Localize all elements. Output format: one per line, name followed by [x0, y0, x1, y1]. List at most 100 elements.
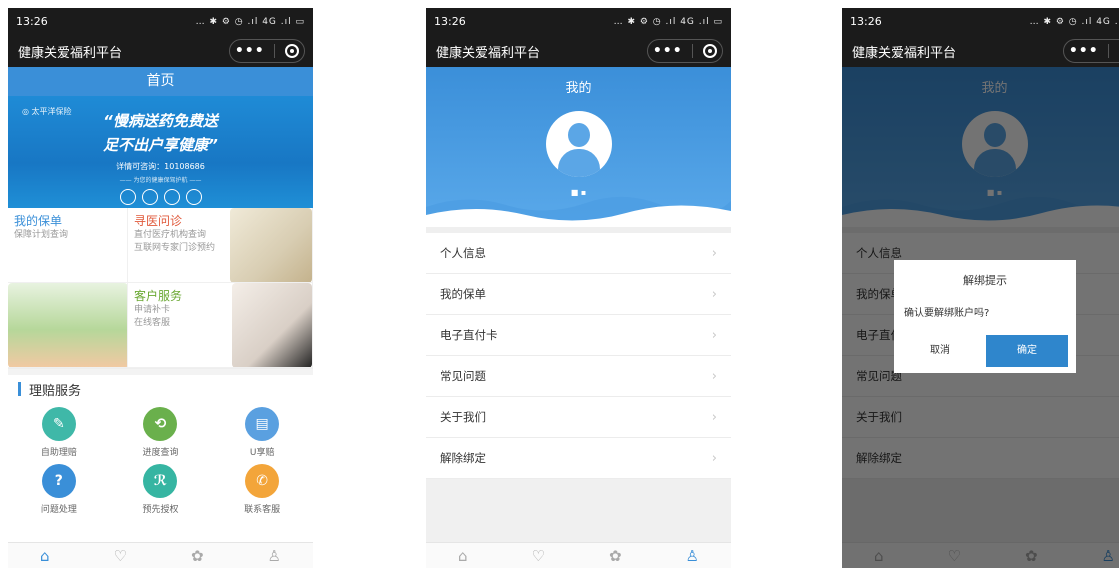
banner-line2: 足不出户享健康”: [103, 136, 218, 154]
cancel-button[interactable]: 取消: [902, 335, 978, 367]
plant-hands-photo: [8, 283, 127, 367]
profile-header: 我的 ■ ▪: [426, 67, 731, 227]
service-progress[interactable]: ⟲ 进度查询: [110, 407, 212, 458]
menu-label: 关于我们: [440, 410, 486, 424]
tile-customer-service[interactable]: 客户服务 申请补卡 在线客服: [128, 283, 313, 368]
service-questions[interactable]: ? 问题处理: [8, 464, 110, 515]
profile-tab-icon[interactable]: ♙: [268, 547, 281, 565]
menu-label: 电子直付卡: [440, 328, 498, 342]
banner-feature-chips: [8, 189, 313, 205]
tile-subtitle: 保障计划查询: [14, 230, 69, 240]
service-contact[interactable]: ✆ 联系客服: [211, 464, 313, 515]
chevron-right-icon: ›: [711, 245, 717, 261]
status-time: 13:26: [850, 15, 882, 28]
unbind-dialog-screen: 13:26 … ✱ ⚙ ◷ .ıl 4G .ıl ▭ 健康关爱福利平台 ••• …: [842, 8, 1119, 568]
chevron-right-icon: ›: [711, 409, 717, 425]
mini-program-capsule: •••: [1063, 39, 1119, 63]
close-target-icon[interactable]: [703, 44, 718, 58]
app-title: 健康关爱福利平台: [436, 45, 541, 61]
tile-health-image[interactable]: [8, 283, 128, 368]
health-tab-icon[interactable]: ♡: [114, 547, 127, 565]
banner-hotline: 详情可咨询：10108686: [116, 162, 205, 171]
feature-chip: [185, 189, 202, 205]
status-bar: 13:26 … ✱ ⚙ ◷ .ıl 4G .ıl ▭: [842, 8, 1119, 35]
tile-subtitle: 互联网专家门诊预约: [134, 243, 216, 253]
service-label: 联系客服: [244, 505, 281, 515]
service-label: 自助理赔: [40, 448, 77, 458]
menu-faq[interactable]: 常见问题 ›: [426, 356, 731, 397]
menu-label: 解除绑定: [440, 451, 486, 465]
tile-my-policy[interactable]: 我的保单 保障计划查询: [8, 208, 128, 283]
unbind-dialog: 解绑提示 确认要解绑账户吗? 取消 确定: [894, 260, 1076, 373]
tile-subtitle: 直付医疗机构查询: [134, 230, 207, 240]
mini-program-capsule: •••: [229, 39, 305, 63]
service-tab-icon[interactable]: ✿: [191, 547, 204, 565]
app-title: 健康关爱福利平台: [852, 45, 957, 61]
menu-label: 常见问题: [440, 369, 486, 383]
app-title: 健康关爱福利平台: [18, 45, 123, 61]
home-tab-icon[interactable]: ⌂: [40, 547, 50, 565]
tile-title: 我的保单: [14, 214, 63, 228]
status-icons: … ✱ ⚙ ◷ .ıl 4G .ıl ▭: [613, 16, 723, 27]
section-title: 理赔服务: [29, 383, 82, 399]
authorize-user-icon: ℛ: [143, 464, 178, 498]
close-target-icon[interactable]: [285, 44, 300, 58]
empty-area: [426, 479, 731, 542]
service-pre-authorize[interactable]: ℛ 预先授权: [110, 464, 212, 515]
service-label: 进度查询: [142, 448, 179, 458]
tile-subtitle: 在线客服: [134, 318, 171, 328]
menu-label: 个人信息: [440, 246, 486, 260]
dialog-title: 解绑提示: [963, 274, 1007, 287]
menu-unbind[interactable]: 解除绑定 ›: [426, 438, 731, 479]
tile-title: 客户服务: [134, 289, 183, 303]
status-time: 13:26: [16, 15, 48, 28]
service-label: U享赔: [249, 448, 275, 458]
section-header: 理赔服务: [8, 369, 313, 403]
home-screen: 13:26 … ✱ ⚙ ◷ .ıl 4G .ıl ▭ 健康关爱福利平台 ••• …: [8, 8, 313, 568]
service-label: 预先授权: [142, 505, 179, 515]
section-accent: [18, 382, 21, 396]
more-icon[interactable]: •••: [653, 43, 683, 59]
tile-find-doctor[interactable]: 寻医问诊 直付医疗机构查询 互联网专家门诊预约: [128, 208, 313, 283]
feature-chip: [119, 189, 136, 205]
app-title-bar: 健康关爱福利平台 •••: [842, 35, 1119, 67]
service-self-claim[interactable]: ✎ 自助理赔: [8, 407, 110, 458]
feature-tiles: 我的保单 保障计划查询 寻医问诊 直付医疗机构查询 互联网专家门诊预约 客户服务…: [8, 208, 313, 369]
service-tab-icon[interactable]: ✿: [609, 547, 622, 565]
brand-logo: ◎ 太平洋保险: [22, 107, 72, 116]
more-icon[interactable]: •••: [1069, 43, 1099, 59]
status-bar: 13:26 … ✱ ⚙ ◷ .ıl 4G .ıl ▭: [426, 8, 731, 35]
menu-about-us[interactable]: 关于我们 ›: [426, 397, 731, 438]
mine-screen: 13:26 … ✱ ⚙ ◷ .ıl 4G .ıl ▭ 健康关爱福利平台 ••• …: [426, 8, 731, 568]
tab-bar: ⌂ ♡ ✿ ♙: [426, 542, 731, 568]
confirm-button[interactable]: 确定: [986, 335, 1068, 367]
promo-banner[interactable]: ◎ 太平洋保险 “慢病送药免费送 足不出户享健康” 详情可咨询：10108686…: [8, 96, 313, 208]
page-title: 首页: [8, 67, 313, 96]
menu-direct-pay-card[interactable]: 电子直付卡 ›: [426, 315, 731, 356]
mini-program-capsule: •••: [647, 39, 723, 63]
tab-bar: ⌂ ♡ ✿ ♙: [8, 542, 313, 568]
app-title-bar: 健康关爱福利平台 •••: [8, 35, 313, 67]
page-title: 我的: [565, 81, 592, 96]
claim-service-grid: ✎ 自助理赔 ⟲ 进度查询 ▤ U享赔 ? 问题处理 ℛ 预先授权 ✆ 联系客服: [8, 403, 313, 515]
menu-my-policy[interactable]: 我的保单 ›: [426, 274, 731, 315]
avatar[interactable]: [545, 111, 612, 177]
service-u-claim[interactable]: ▤ U享赔: [211, 407, 313, 458]
feature-chip: [141, 189, 158, 205]
profile-tab-icon[interactable]: ♙: [686, 547, 699, 565]
feature-chip: [163, 189, 180, 205]
service-label: 问题处理: [40, 505, 77, 515]
menu-personal-info[interactable]: 个人信息 ›: [426, 233, 731, 274]
question-icon: ?: [41, 464, 76, 498]
home-tab-icon[interactable]: ⌂: [458, 547, 468, 565]
health-tab-icon[interactable]: ♡: [532, 547, 545, 565]
more-icon[interactable]: •••: [235, 43, 265, 59]
banner-slogan: —— 为您的健康保驾护航 ——: [119, 177, 202, 184]
chevron-right-icon: ›: [711, 368, 717, 384]
chevron-right-icon: ›: [711, 286, 717, 302]
status-bar: 13:26 … ✱ ⚙ ◷ .ıl 4G .ıl ▭: [8, 8, 313, 35]
chevron-right-icon: ›: [711, 327, 717, 343]
status-time: 13:26: [434, 15, 466, 28]
tile-subtitle: 申请补卡: [134, 305, 171, 315]
chevron-right-icon: ›: [711, 450, 717, 466]
